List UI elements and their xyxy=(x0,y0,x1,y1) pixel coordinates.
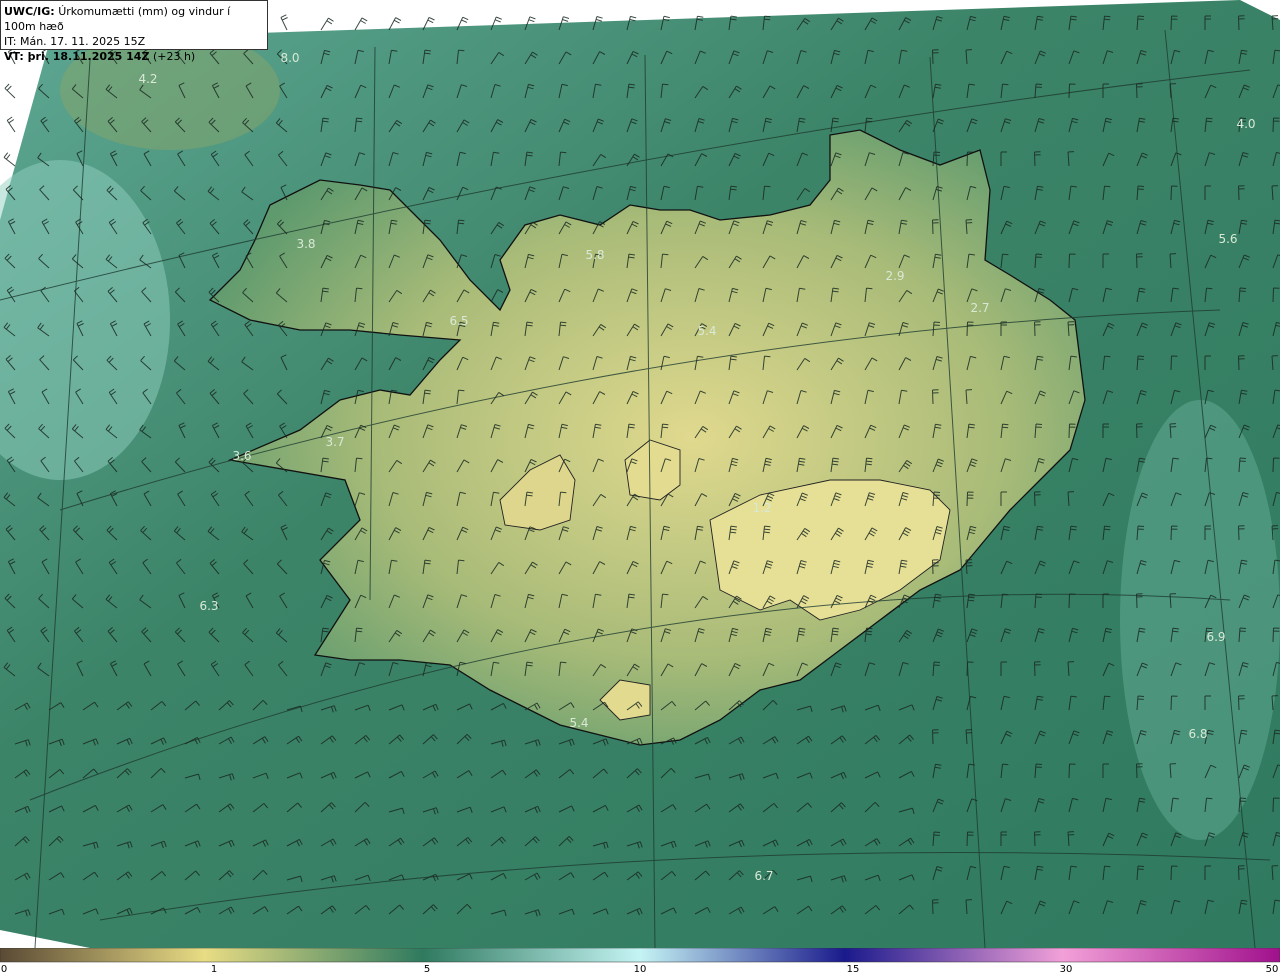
value-label: 6.3 xyxy=(199,599,219,613)
wind-barb xyxy=(354,17,368,31)
wind-barb xyxy=(4,83,16,99)
map-header: UWC/IG: Úrkomumætti (mm) og vindur í 100… xyxy=(0,0,268,63)
colorbar-tick: 10 xyxy=(633,964,647,975)
value-label: 5.6 xyxy=(1218,232,1238,246)
wind-barb xyxy=(280,14,288,31)
value-label: 6.8 xyxy=(1188,727,1208,741)
value-label: 8.0 xyxy=(280,51,300,65)
weather-map xyxy=(0,0,1280,949)
colorbar-tick: 50 xyxy=(1265,964,1279,975)
value-label: 2.9 xyxy=(885,269,905,283)
value-label: 3.7 xyxy=(325,435,345,449)
wind-barb xyxy=(388,17,402,31)
value-label: 4.0 xyxy=(1236,117,1256,131)
valid-time: VT: þri. 18.11.2025 14Z xyxy=(4,50,150,63)
value-label: 5.4 xyxy=(569,716,589,730)
value-label: 5.4 xyxy=(697,324,717,338)
valid-time-offset: (+23 h) xyxy=(152,50,196,63)
colorbar-tick: 0 xyxy=(0,964,8,975)
colorbar-tick: 5 xyxy=(423,964,431,975)
colorbar-tick: 15 xyxy=(846,964,860,975)
wind-barb xyxy=(6,116,16,133)
value-label: 3.6 xyxy=(232,449,252,463)
init-time: IT: Mán. 17. 11. 2025 15Z xyxy=(4,35,146,48)
value-label: 2.7 xyxy=(970,301,990,315)
value-label: 6.7 xyxy=(754,869,774,883)
value-label: 1.2 xyxy=(752,501,772,515)
colorbar-tick: 1 xyxy=(210,964,218,975)
wind-barb xyxy=(320,17,334,31)
value-label: 6.9 xyxy=(1206,630,1226,644)
value-label: 5.8 xyxy=(585,248,605,262)
value-label: 3.8 xyxy=(296,237,316,251)
wind-barb xyxy=(3,152,16,167)
value-label: 6.5 xyxy=(449,314,469,328)
value-label: 4.2 xyxy=(138,72,158,86)
colorbar-tick: 30 xyxy=(1059,964,1073,975)
product-name: UWC/IG: xyxy=(4,5,55,18)
